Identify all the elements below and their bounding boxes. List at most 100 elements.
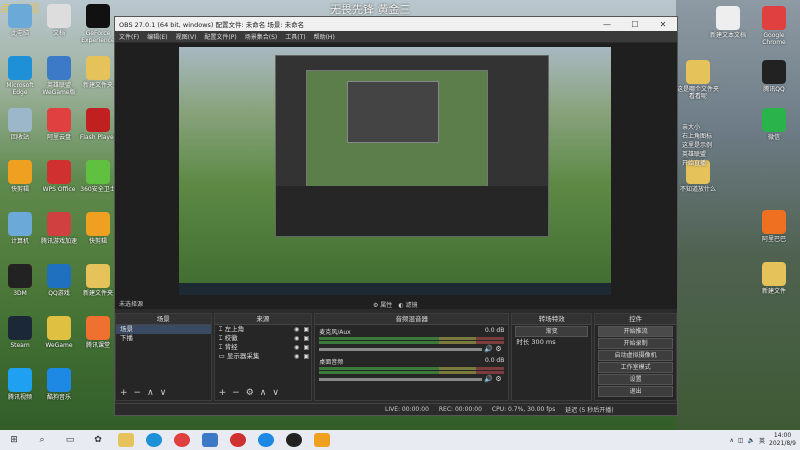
obs-titlebar[interactable]: OBS 27.0.1 (64 bit, windows) 配置文件: 未命名 场… (115, 17, 677, 31)
minimize-button[interactable]: — (593, 20, 621, 29)
desktop-icon[interactable]: 阿里巴巴 (752, 210, 796, 243)
desktop-icon[interactable]: 新建文件 (752, 262, 796, 295)
menu-file[interactable]: 文件(F) (119, 32, 139, 41)
source-item[interactable]: ⌶ 校徽 ◉ ▣ (215, 334, 312, 343)
close-button[interactable]: ✕ (649, 20, 677, 29)
edge-icon[interactable] (146, 433, 162, 447)
desktop-icon[interactable]: 文档 (37, 4, 81, 37)
cpu-status: CPU: 0.7%, 30.00 fps (491, 406, 556, 413)
gear-icon[interactable]: ⚙ (246, 388, 254, 398)
desktop-icon[interactable]: 这是哪个文件夹看看呢 (676, 60, 720, 100)
source-item[interactable]: ⌶ 左上角 ◉ ▣ (215, 325, 312, 334)
menu-tools[interactable]: 工具(T) (285, 32, 305, 41)
speaker-icon[interactable]: 🔊 (484, 345, 493, 353)
app-icon[interactable] (202, 433, 218, 447)
app-icon (762, 60, 786, 84)
desktop-icon[interactable]: Microsoft Edge (0, 56, 42, 96)
volume-slider[interactable] (319, 377, 483, 381)
up-icon[interactable]: ∧ (147, 388, 154, 398)
source-item[interactable]: ▭ 显示器采集 ◉ ▣ (215, 352, 312, 361)
desktop-icon[interactable]: 3DM (0, 264, 42, 297)
app-icon (8, 56, 32, 80)
settings-button[interactable]: 设置 (598, 374, 673, 385)
obs-preview[interactable] (115, 43, 677, 309)
preview-screen-capture (179, 47, 611, 295)
desktop-icon[interactable]: 新建文本文档 (706, 6, 750, 39)
desktop-icon[interactable]: 回收站 (0, 108, 42, 141)
duration-input[interactable]: 300 ms (531, 338, 555, 346)
maximize-button[interactable]: ☐ (621, 20, 649, 29)
search-icon[interactable]: ⌕ (34, 433, 50, 447)
app-icon (47, 160, 71, 184)
desktop-icon[interactable]: 腾讯游戏加速 (37, 212, 81, 245)
exit-button[interactable]: 退出 (598, 386, 673, 397)
add-icon[interactable]: + (219, 388, 227, 398)
app-icon[interactable] (230, 433, 246, 447)
file-explorer-icon[interactable] (118, 433, 134, 447)
channel-name: 麦克风/Aux (319, 329, 351, 336)
desktop-icon[interactable]: 计算机 (0, 212, 42, 245)
menu-help[interactable]: 帮助(H) (314, 32, 335, 41)
volume-icon[interactable]: 🔈 (748, 437, 755, 444)
down-icon[interactable]: ∨ (160, 388, 167, 398)
down-icon[interactable]: ∨ (272, 388, 279, 398)
desktop-icon[interactable]: Google Chrome (752, 6, 796, 46)
start-streaming-button[interactable]: 开始推流 (598, 326, 673, 337)
obs-icon[interactable] (286, 433, 302, 447)
menu-scene-collection[interactable]: 场景集合(S) (245, 32, 278, 41)
studio-mode-button[interactable]: 工作室模式 (598, 362, 673, 373)
desktop-icon[interactable]: 英雄联盟WeGame版 (37, 56, 81, 96)
transition-select[interactable]: 渐变 (515, 326, 589, 337)
desktop-icon[interactable]: 微信 (752, 108, 796, 141)
app-icon[interactable] (314, 433, 330, 447)
menu-edit[interactable]: 编辑(E) (147, 32, 167, 41)
network-icon[interactable]: ◫ (738, 437, 744, 444)
app-icon (86, 4, 110, 28)
chrome-icon[interactable] (174, 433, 190, 447)
clock[interactable]: 14:00 2021/8/9 (769, 432, 796, 448)
scene-item[interactable]: 场景 (116, 325, 211, 334)
app-icon (47, 212, 71, 236)
chevron-up-icon[interactable]: ∧ (729, 437, 733, 444)
transitions-header: 转场特效 (512, 314, 592, 325)
up-icon[interactable]: ∧ (260, 388, 267, 398)
desktop-icon[interactable]: WPS Office (37, 160, 81, 193)
desktop-icon[interactable]: 酷狗音乐 (37, 368, 81, 401)
app-icon (47, 264, 71, 288)
desktop-icon[interactable]: Steam (0, 316, 42, 349)
start-recording-button[interactable]: 开始录制 (598, 338, 673, 349)
language-indicator[interactable]: 英 (759, 436, 765, 445)
add-icon[interactable]: + (120, 388, 128, 398)
menu-view[interactable]: 视图(V) (176, 32, 197, 41)
filters-button[interactable]: ◐ 滤镜 (398, 300, 417, 309)
app-icon[interactable]: ✿ (90, 433, 106, 447)
desktop-icon[interactable]: 阿里云盘 (37, 108, 81, 141)
menu-profile[interactable]: 配置文件(P) (204, 32, 236, 41)
taskbar: ⊞ ⌕ ▭ ✿ ∧ ◫ 🔈 英 14:00 2021/8/9 (0, 430, 800, 450)
desktop-icon[interactable]: 此电脑 (0, 4, 42, 37)
desktop-icon-label: 新建文件夹 (82, 290, 113, 297)
desktop-icon[interactable]: 腾讯视频 (0, 368, 42, 401)
desktop-icon[interactable]: 腾讯QQ (752, 60, 796, 93)
windows-start-icon[interactable]: ⊞ (6, 433, 22, 447)
desktop-icon[interactable]: QQ游戏 (37, 264, 81, 297)
desktop-icon[interactable]: WeGame (37, 316, 81, 349)
gear-icon[interactable]: ⚙ (495, 375, 501, 383)
remove-icon[interactable]: − (134, 388, 142, 398)
scene-item[interactable]: 下播 (116, 334, 211, 343)
level-meter (319, 367, 505, 370)
mixer-channel-desktop: 桌面音频 0.0 dB 🔊 ⚙ (315, 355, 508, 385)
speaker-icon[interactable]: 🔊 (484, 375, 493, 383)
gear-icon[interactable]: ⚙ (495, 345, 501, 353)
system-tray: ∧ ◫ 🔈 英 14:00 2021/8/9 (729, 430, 796, 450)
task-view-icon[interactable]: ▭ (62, 433, 78, 447)
virtual-camera-button[interactable]: 启动虚拟摄像机 (598, 350, 673, 361)
source-item[interactable]: ⌶ 背经 ◉ ▣ (215, 343, 312, 352)
volume-slider[interactable] (319, 347, 483, 351)
edge-icon[interactable] (258, 433, 274, 447)
remove-icon[interactable]: − (232, 388, 240, 398)
desktop-icon[interactable]: 快剪辑 (0, 160, 42, 193)
obs-window[interactable]: OBS 27.0.1 (64 bit, windows) 配置文件: 未命名 场… (114, 16, 678, 416)
properties-button[interactable]: ⚙ 属性 (373, 300, 392, 309)
desktop-overlay-text: 英雄联盟 (682, 151, 707, 158)
